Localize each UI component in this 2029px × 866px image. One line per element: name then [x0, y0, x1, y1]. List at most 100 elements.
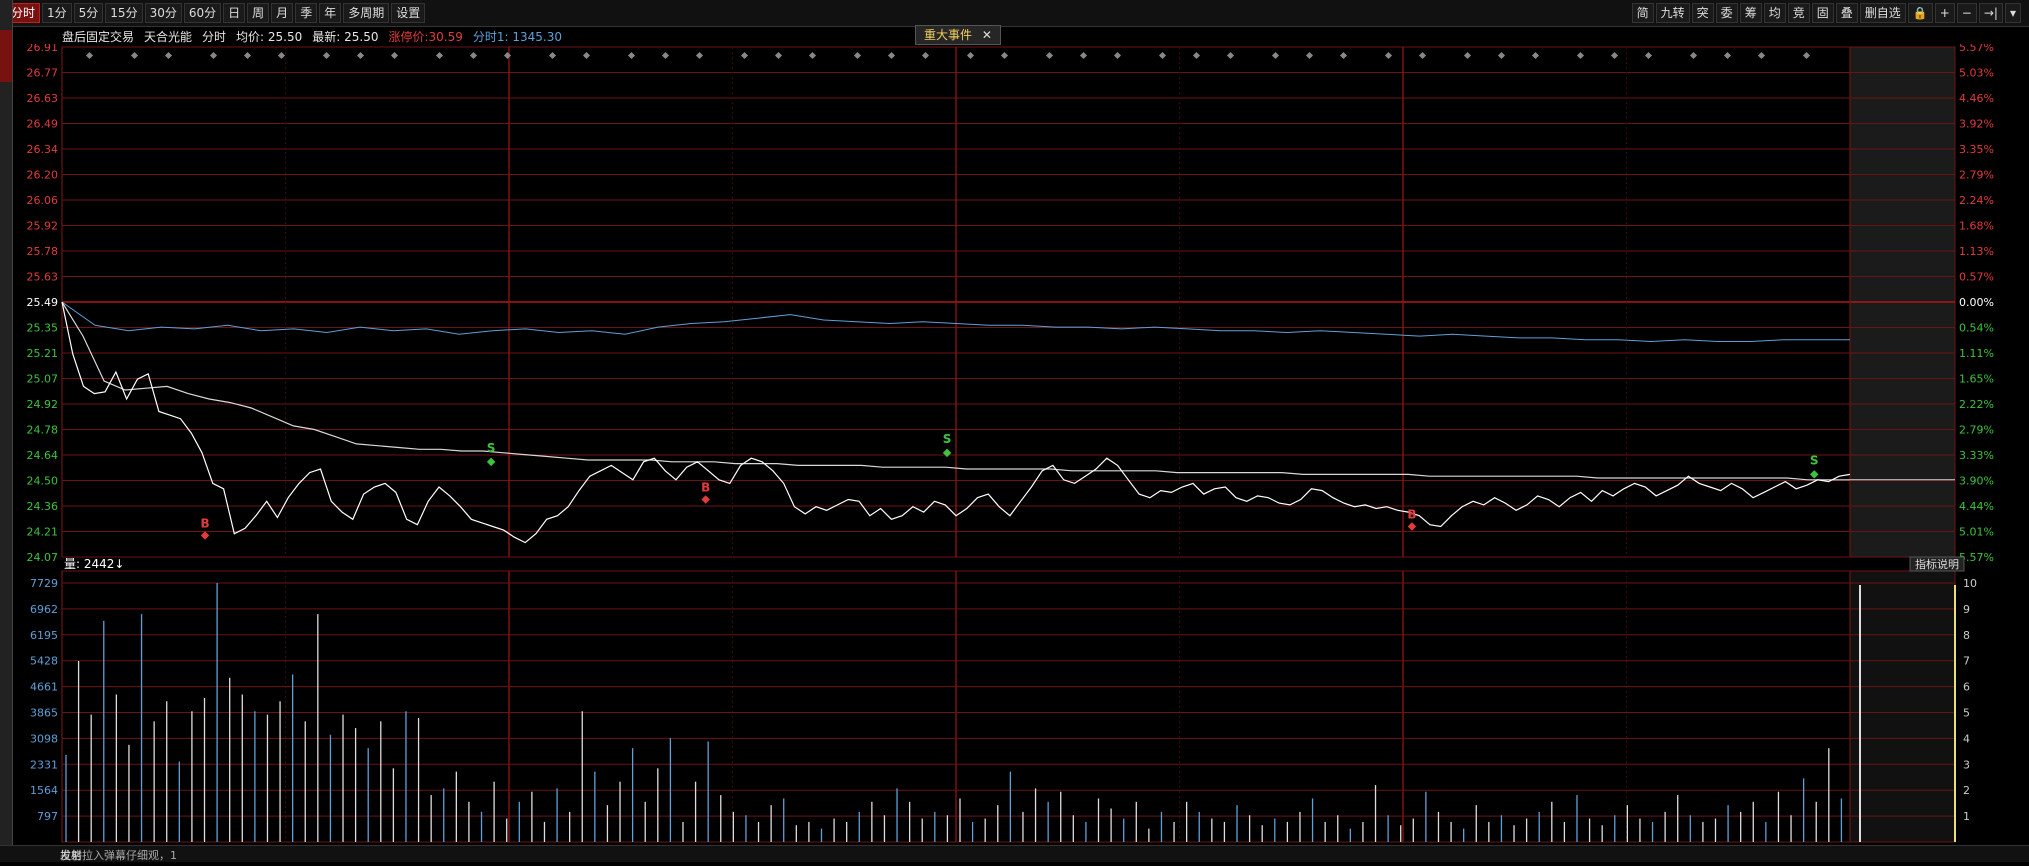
- tool-4[interactable]: 筹: [1739, 3, 1762, 23]
- signal-point: [942, 448, 952, 458]
- event-marker: [740, 51, 749, 60]
- price-tick: 26.63: [27, 92, 59, 105]
- pct-tick: 1.13%: [1959, 245, 1994, 258]
- event-marker: [1384, 51, 1393, 60]
- signal-point: [200, 531, 210, 540]
- tab-2[interactable]: 5分: [73, 3, 104, 23]
- event-marker: [1463, 51, 1472, 60]
- price-tick: 24.78: [27, 424, 59, 437]
- tool-13[interactable]: →|: [1978, 3, 2003, 23]
- tool-7[interactable]: 固: [1811, 3, 1834, 23]
- event-marker: [85, 51, 94, 60]
- event-marker: [1271, 51, 1280, 60]
- event-marker: [1531, 51, 1540, 60]
- price-tick: 25.92: [27, 220, 59, 233]
- event-marker: [1226, 51, 1235, 60]
- volume-label: 量: 2442↓: [64, 557, 124, 571]
- volume-right-tick: 7: [1963, 655, 1970, 668]
- indicator-help-label: 指标说明: [1915, 557, 1959, 571]
- info-bar: 盘后固定交易 天合光能 分时 均价: 25.50 最新: 25.50 涨停价:3…: [62, 26, 562, 46]
- pct-tick: 5.57%: [1959, 44, 1994, 54]
- event-marker: [1644, 51, 1653, 60]
- event-marker: [1576, 51, 1585, 60]
- price-tick: 25.49: [27, 296, 59, 309]
- volume-tick: 1564: [30, 784, 58, 797]
- tab-10[interactable]: 年: [319, 3, 342, 23]
- send-button[interactable]: 发射: [60, 847, 1989, 863]
- volume-right-tick: 8: [1963, 629, 1970, 642]
- event-marker: [1418, 51, 1427, 60]
- pct-tick: 4.44%: [1959, 500, 1994, 513]
- price-tick: 24.64: [27, 449, 59, 462]
- tool-6[interactable]: 竞: [1787, 3, 1810, 23]
- price-tick: 24.36: [27, 500, 59, 513]
- chart-area[interactable]: 26.91 5.57% 26.77 5.03% 26.63 4.46% 26.49 3.92%…: [0, 41, 2029, 862]
- tool-0[interactable]: 简: [1631, 3, 1654, 23]
- pct-tick: 3.92%: [1959, 118, 1994, 131]
- event-marker: [209, 51, 218, 60]
- event-marker: [164, 51, 173, 60]
- tab-8[interactable]: 月: [271, 3, 294, 23]
- tab-7[interactable]: 周: [247, 3, 270, 23]
- volume-right-tick: 2: [1963, 784, 1970, 797]
- tool-14[interactable]: ▾: [2004, 3, 2021, 23]
- tool-5[interactable]: 均: [1763, 3, 1786, 23]
- major-events-tab[interactable]: 重大事件 ✕: [915, 25, 1001, 45]
- after-hours-volume-zone: [1850, 571, 1955, 842]
- price-tick: 24.92: [27, 398, 59, 411]
- price-tick: 24.50: [27, 475, 59, 488]
- event-marker: [1079, 51, 1088, 60]
- signal-label: S: [487, 441, 496, 455]
- tool-8[interactable]: 叠: [1835, 3, 1858, 23]
- event-marker: [277, 51, 286, 60]
- period-tabs: 分时 1分 5分 15分 30分 60分日周月季年多周期 设置: [6, 3, 426, 23]
- tool-1[interactable]: 九转: [1655, 3, 1690, 23]
- volume-tick: 7729: [30, 577, 58, 590]
- tool-10[interactable]: 🔒: [1907, 3, 1933, 23]
- price-tick: 25.21: [27, 347, 59, 360]
- tool-9[interactable]: 删自选: [1859, 3, 1906, 23]
- pct-tick: 1.11%: [1959, 347, 1994, 360]
- volume-tick: 6195: [30, 629, 58, 642]
- volume-tick: 3098: [30, 732, 58, 745]
- price-tick: 25.35: [27, 322, 59, 335]
- event-marker: [322, 51, 331, 60]
- tab-4[interactable]: 30分: [144, 3, 182, 23]
- tab-6[interactable]: 日: [223, 3, 246, 23]
- tab-3[interactable]: 15分: [105, 3, 143, 23]
- tab-11[interactable]: 多周期: [343, 3, 390, 23]
- event-marker: [390, 51, 399, 60]
- price-tick: 26.49: [27, 118, 59, 131]
- stock-name: 天合光能: [144, 29, 193, 44]
- signal-point: [701, 495, 710, 504]
- signal-label: B: [701, 481, 710, 495]
- price-tick: 26.91: [27, 44, 59, 54]
- pct-tick: 2.79%: [1959, 424, 1994, 437]
- tab-5[interactable]: 60分: [183, 3, 222, 23]
- event-marker: [1305, 51, 1314, 60]
- pct-tick: 0.00%: [1959, 296, 1994, 309]
- tab-9[interactable]: 季: [295, 3, 318, 23]
- tool-11[interactable]: +: [1934, 3, 1955, 23]
- signal-label: B: [200, 516, 209, 530]
- event-marker: [1723, 51, 1732, 60]
- event-marker: [627, 51, 636, 60]
- event-marker: [887, 51, 896, 60]
- event-marker: [1610, 51, 1619, 60]
- tab-12[interactable]: 设置: [391, 3, 426, 23]
- event-marker: [1045, 51, 1054, 60]
- price-tick: 25.07: [27, 373, 59, 386]
- tab-1[interactable]: 1分: [42, 3, 72, 23]
- tool-12[interactable]: −: [1956, 3, 1977, 23]
- volume-panel-frame: [61, 570, 1956, 843]
- intraday-chart[interactable]: 26.91 5.57% 26.77 5.03% 26.63 4.46% 26.49 3.92%…: [0, 41, 2029, 862]
- event-marker: [1192, 51, 1201, 60]
- tool-3[interactable]: 委: [1715, 3, 1738, 23]
- event-marker: [1339, 51, 1348, 60]
- pct-tick: 4.46%: [1959, 92, 1994, 105]
- volume-right-tick: 9: [1963, 603, 1970, 616]
- price-tick: 26.77: [27, 67, 59, 80]
- volume-tick: 6962: [30, 603, 58, 616]
- tool-2[interactable]: 突: [1691, 3, 1714, 23]
- close-icon[interactable]: ✕: [982, 28, 992, 42]
